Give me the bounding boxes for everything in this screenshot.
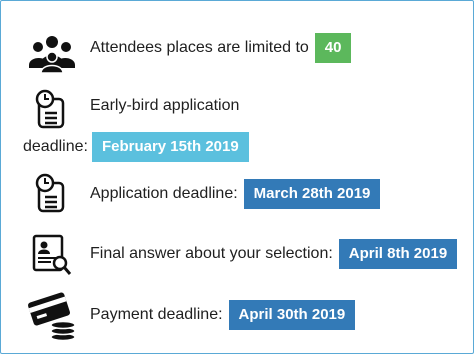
clock-document-icon (35, 89, 65, 129)
early-bird-label-line2: deadline: (23, 138, 88, 155)
group-icon (29, 36, 75, 73)
profile-search-icon (32, 234, 72, 275)
application-deadline-badge: March 28th 2019 (243, 179, 381, 209)
final-answer-badge: April 8th 2019 (338, 239, 458, 269)
payment-card-coins-icon (28, 292, 76, 341)
application-deadline-label: Application deadline: (90, 185, 238, 202)
payment-deadline-label: Payment deadline: (90, 306, 223, 323)
attendees-count-badge: 40 (314, 33, 352, 63)
early-bird-label-line1: Early-bird application (90, 97, 240, 114)
clock-document-icon (35, 173, 65, 213)
early-bird-deadline-badge: February 15th 2019 (91, 132, 249, 162)
final-answer-label: Final answer about your selection: (90, 245, 333, 262)
attendees-label: Attendees places are limited to (90, 39, 309, 56)
important-dates-panel: Attendees places are limited to 40 Early… (0, 0, 474, 354)
payment-deadline-badge: April 30th 2019 (228, 300, 356, 330)
